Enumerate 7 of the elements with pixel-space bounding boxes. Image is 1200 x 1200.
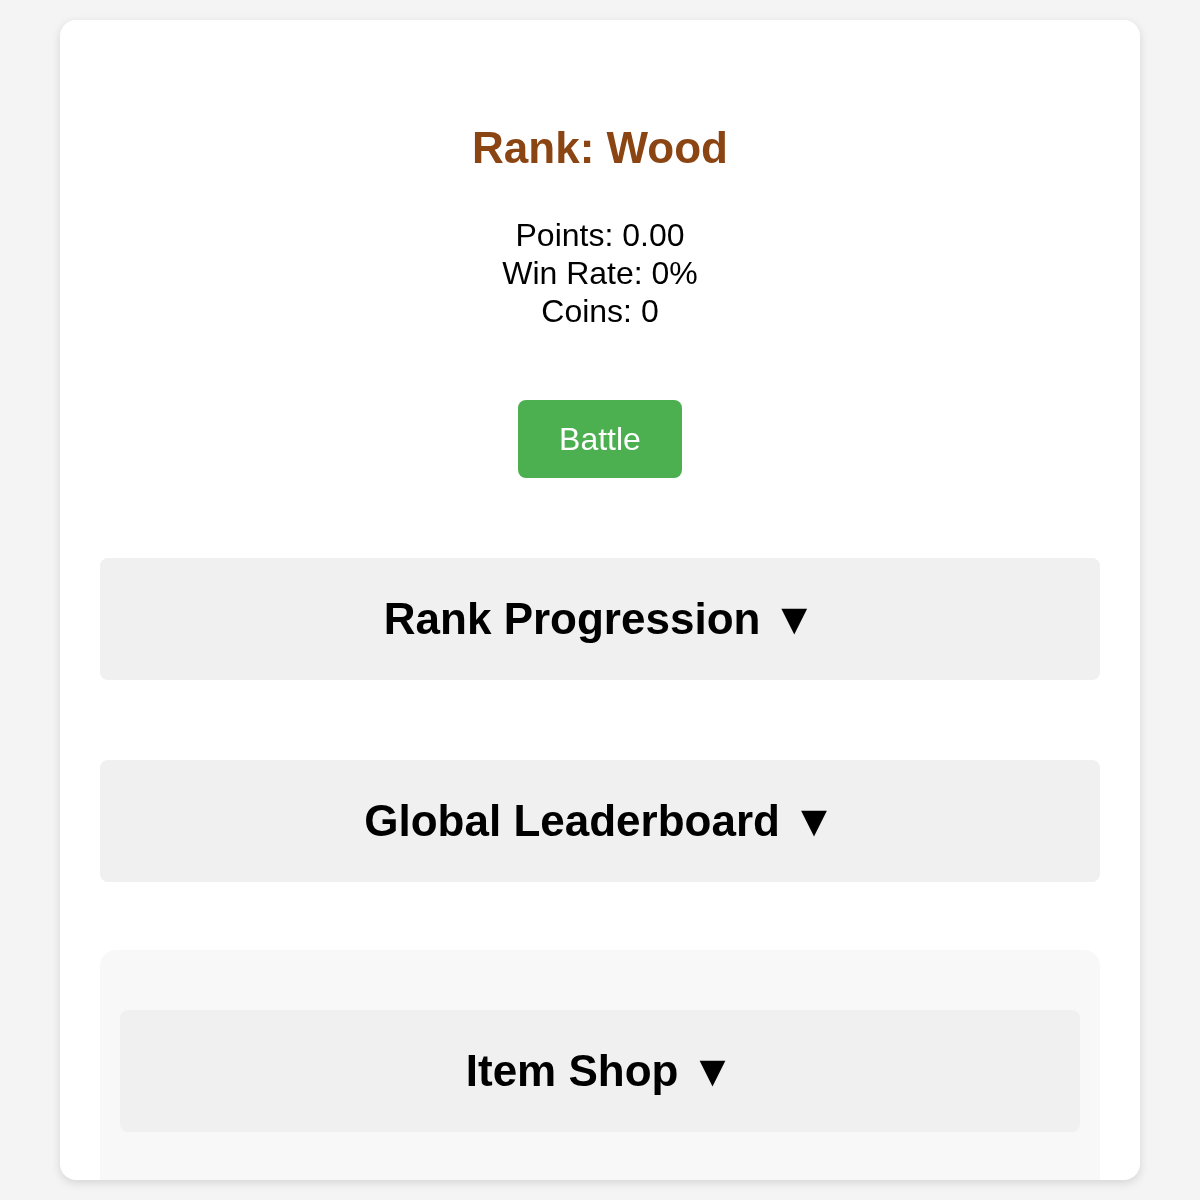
stat-text: Coins: 0: [541, 292, 659, 330]
stat-text: Points: 0.00: [515, 216, 685, 254]
accordion-header[interactable]: Global Leaderboard ▼: [100, 760, 1100, 882]
accordion-header[interactable]: Rank Progression ▼: [100, 558, 1100, 680]
stat-text: Win Rate: 0%: [502, 254, 698, 292]
rank-title: Rank: Wood: [472, 122, 728, 173]
accordion-header[interactable]: Item Shop ▼: [120, 1010, 1080, 1132]
